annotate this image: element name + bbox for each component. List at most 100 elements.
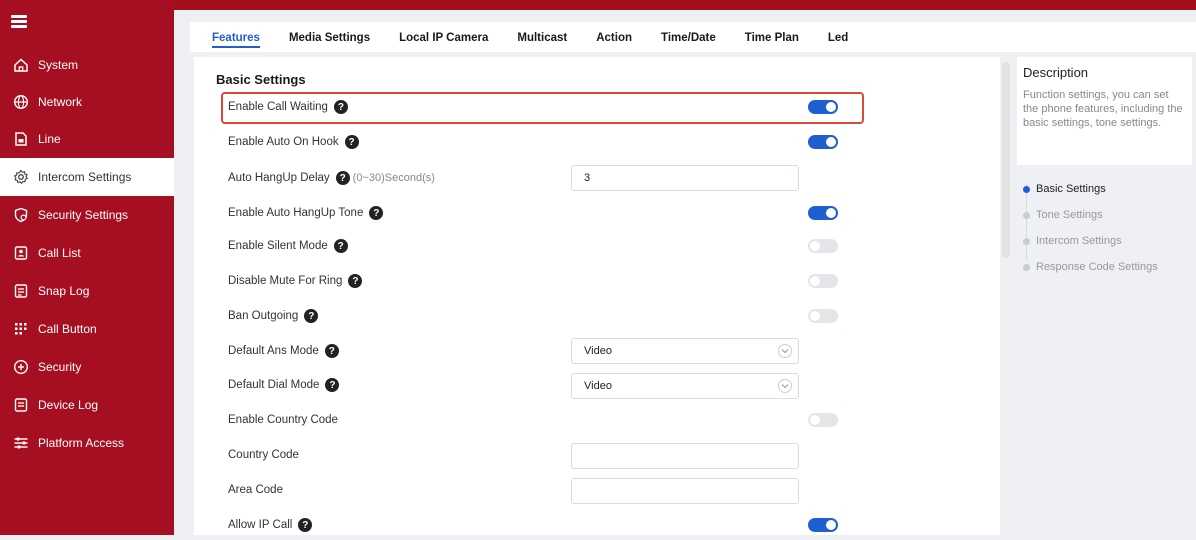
plus-shield-icon [12,358,30,376]
setting-label: Default Ans Mode [228,345,319,357]
sidebar-item-label: Line [38,132,61,146]
sidebar-item-label: Snap Log [38,284,90,298]
sidebar-item-call-list[interactable]: Call List [0,234,174,272]
anchor-dot [1023,211,1030,219]
setting-label: Disable Mute For Ring [228,275,343,287]
help-icon[interactable]: ? [369,206,384,220]
section-title: Basic Settings [216,72,306,87]
home-icon [12,56,30,74]
setting-label: Area Code [228,484,283,496]
help-icon[interactable]: ? [324,344,339,358]
sidebar-item-system[interactable]: System [0,46,174,84]
allow-ip-call-toggle[interactable] [808,518,838,532]
description-text: Function settings, you can set the phone… [1023,89,1183,129]
description-panel: Description Function settings, you can s… [1017,57,1192,165]
sidebar-item-device-log[interactable]: Device Log [0,386,174,424]
help-icon[interactable]: ? [325,378,340,392]
sidebar-item-label: Device Log [38,398,99,412]
sidebar-item-line[interactable]: Line [0,120,174,158]
country-code-input[interactable] [571,443,799,469]
area-code-input[interactable] [571,478,799,504]
sidebar-item-security-settings[interactable]: Security Settings [0,196,174,234]
top-brand-bar [0,0,1196,10]
setting-label: Enable Silent Mode [228,240,328,252]
tab-led[interactable]: Led [828,22,848,52]
setting-label: Default Dial Mode [228,379,320,391]
sidebar-item-label: Call Button [38,322,97,336]
chevron-down-icon [778,344,792,358]
setting-label: Auto HangUp Delay [228,172,330,184]
setting-row-disable-mute-for-ring: Disable Mute For Ring ? [228,266,838,296]
anchor-dot [1023,185,1030,193]
sidebar-item-label: Platform Access [38,436,125,450]
scrollbar-thumb[interactable] [1002,62,1010,258]
sidebar-item-network[interactable]: Network [0,83,174,121]
sidebar-item-security[interactable]: Security [0,348,174,386]
sidebar-item-call-button[interactable]: Call Button [0,310,174,348]
enable-country-code-toggle[interactable] [808,413,838,427]
tab-media-settings[interactable]: Media Settings [289,22,370,52]
sidebar-item-label: System [38,58,79,72]
sidebar: System Network Line Intercom Settings Se… [0,0,174,535]
setting-label: Enable Auto HangUp Tone [228,207,364,219]
anchor-basic-settings[interactable]: Basic Settings [1023,176,1193,202]
setting-label: Country Code [228,449,299,461]
enable-silent-mode-toggle[interactable] [808,239,838,253]
setting-label: Enable Auto On Hook [228,136,339,148]
sidebar-item-label: Call List [38,246,81,260]
setting-row-enable-auto-hangup-tone: Enable Auto HangUp Tone ? [228,198,838,228]
anchor-tone-settings[interactable]: Tone Settings [1023,202,1193,228]
tab-time-date[interactable]: Time/Date [661,22,716,52]
help-icon[interactable]: ? [298,518,313,532]
setting-label: Allow IP Call [228,519,293,531]
anchor-label: Response Code Settings [1036,261,1158,273]
tab-local-ip-camera[interactable]: Local IP Camera [399,22,488,52]
anchor-label: Basic Settings [1036,183,1106,195]
select-value: Video [584,345,612,357]
help-icon[interactable]: ? [333,239,348,253]
anchor-dot [1023,237,1030,245]
default-ans-mode-select[interactable]: Video [571,338,799,364]
help-icon[interactable]: ? [348,274,363,288]
sidebar-item-label: Security Settings [38,208,129,222]
description-title: Description [1023,65,1089,80]
tab-time-plan[interactable]: Time Plan [745,22,799,52]
anchor-intercom-settings[interactable]: Intercom Settings [1023,228,1193,254]
anchor-label: Intercom Settings [1036,235,1122,247]
tab-multicast[interactable]: Multicast [517,22,567,52]
select-value: Video [584,380,612,392]
enable-auto-hangup-tone-toggle[interactable] [808,206,838,220]
help-icon[interactable]: ? [304,309,319,323]
sliders-icon [12,434,30,452]
tab-bar: Features Media Settings Local IP Camera … [190,22,1196,52]
sidebar-item-platform-access[interactable]: Platform Access [0,424,174,462]
help-icon[interactable]: ? [344,135,359,149]
sim-card-icon [12,130,30,148]
menu-icon[interactable] [11,15,27,29]
log-icon [12,282,30,300]
setting-row-ban-outgoing: Ban Outgoing ? [228,301,838,331]
help-icon[interactable]: ? [335,171,350,185]
document-icon [12,396,30,414]
auto-hangup-delay-input[interactable]: 3 [571,165,799,191]
sidebar-item-intercom-settings[interactable]: Intercom Settings [0,158,174,196]
chevron-down-icon [778,379,792,393]
keypad-icon [12,320,30,338]
settings-panel: Basic Settings Enable Call Waiting ? Ena… [194,57,1000,535]
sidebar-item-label: Security [38,360,82,374]
disable-mute-for-ring-toggle[interactable] [808,274,838,288]
setting-row-enable-country-code: Enable Country Code [228,405,838,435]
anchor-response-code-settings[interactable]: Response Code Settings [1023,254,1193,280]
enable-auto-on-hook-toggle[interactable] [808,135,838,149]
ban-outgoing-toggle[interactable] [808,309,838,323]
setting-label: Ban Outgoing [228,310,299,322]
highlight-box [221,92,864,124]
setting-row-enable-auto-on-hook: Enable Auto On Hook ? [228,127,838,157]
sidebar-item-snap-log[interactable]: Snap Log [0,272,174,310]
anchor-label: Tone Settings [1036,209,1103,221]
tab-features[interactable]: Features [212,22,260,52]
shield-icon [12,206,30,224]
default-dial-mode-select[interactable]: Video [571,373,799,399]
sidebar-item-label: Intercom Settings [38,170,132,184]
tab-action[interactable]: Action [596,22,632,52]
